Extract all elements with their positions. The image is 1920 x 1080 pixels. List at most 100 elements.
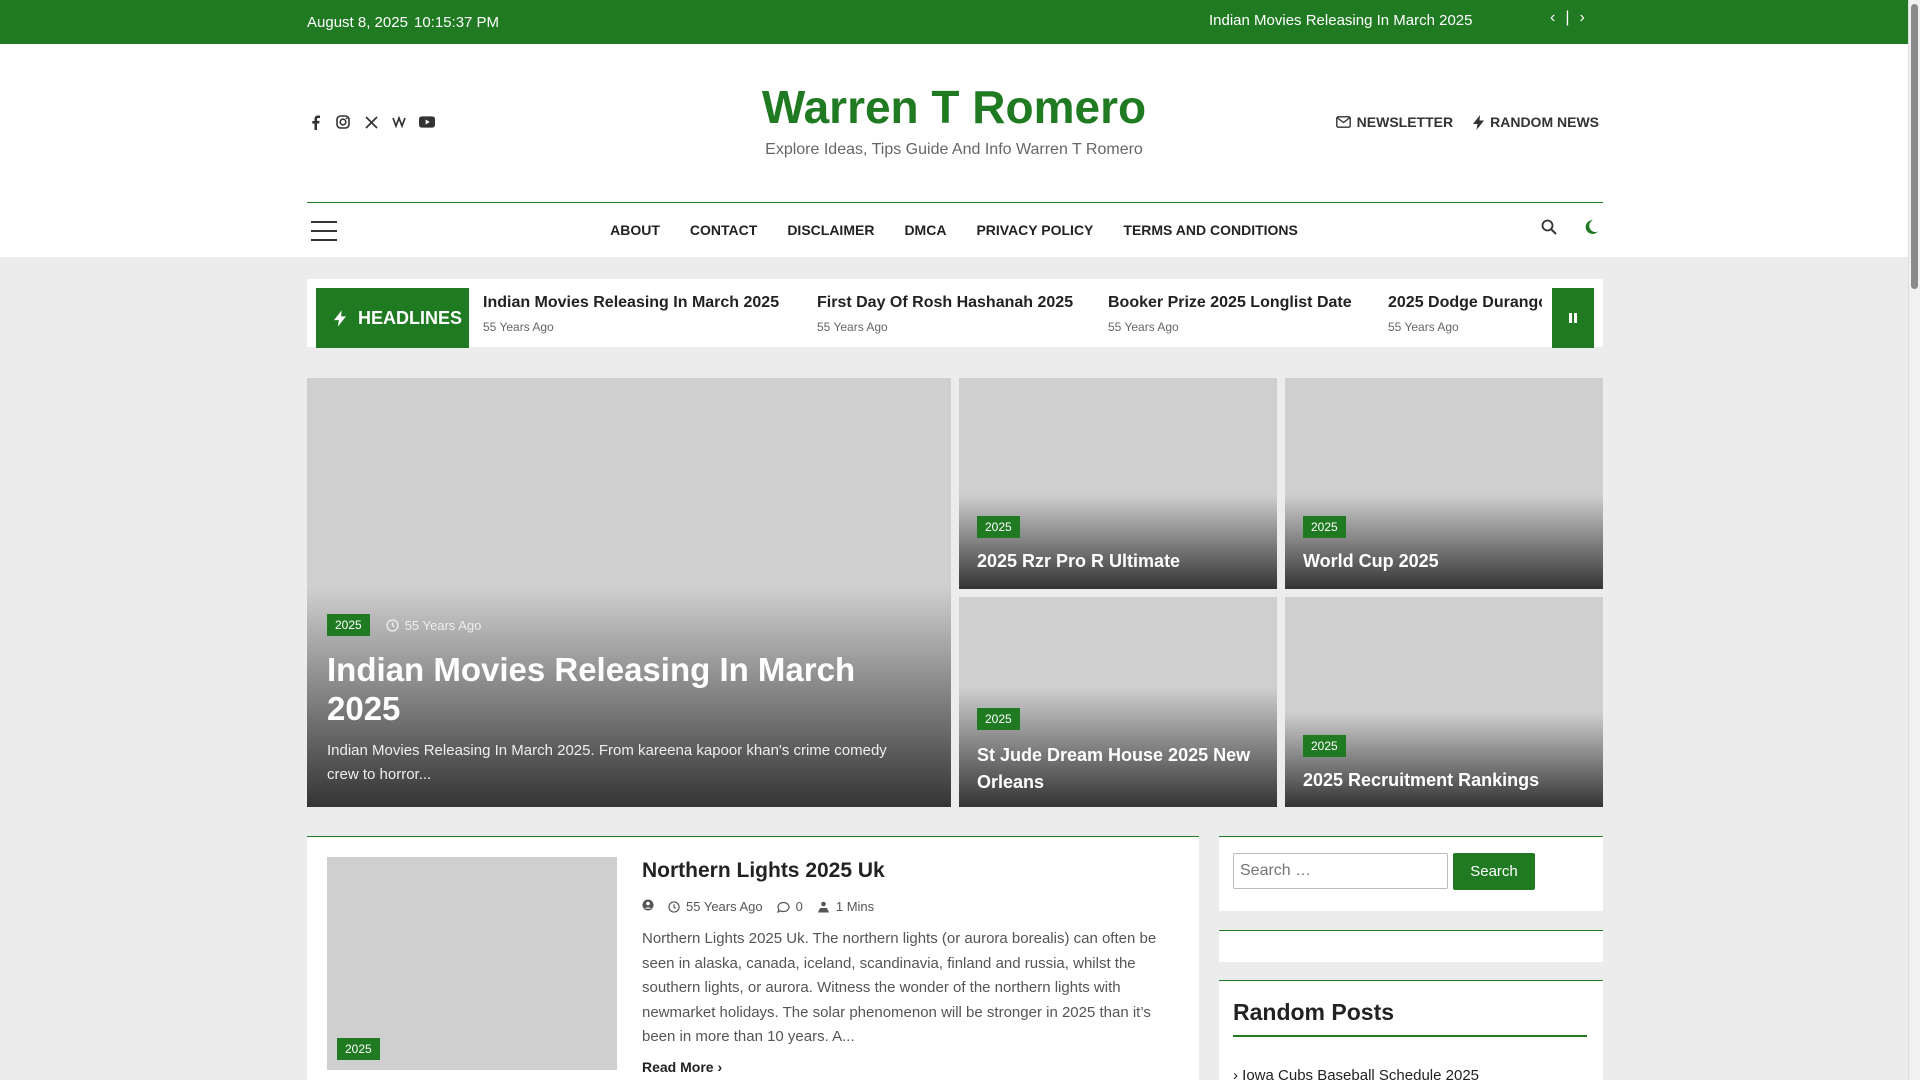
category-badge[interactable]: 2025: [1303, 516, 1346, 538]
ticker-separator: |: [1565, 9, 1570, 26]
bolt-icon: [1473, 114, 1485, 130]
featured-grid-card[interactable]: 2025 World Cup 2025: [1285, 378, 1603, 589]
headline-age: 55 Years Ago: [817, 320, 888, 334]
search-widget: Search: [1219, 836, 1603, 911]
dark-mode-moon-icon[interactable]: [1583, 219, 1599, 240]
post-age-text: 55 Years Ago: [686, 899, 763, 914]
ticker-controls: ‹ | ›: [1550, 9, 1585, 27]
read-more-link[interactable]: Read More ›: [642, 1059, 722, 1075]
headline-title[interactable]: 2025 Dodge Durango Hellcat: [1388, 294, 1542, 312]
headlines-label: HEADLINES: [358, 307, 463, 328]
post-excerpt: Northern Lights 2025 Uk. The northern li…: [642, 930, 1157, 1045]
search-button[interactable]: Search: [1453, 853, 1535, 890]
category-badge[interactable]: 2025: [1303, 735, 1346, 757]
post-title[interactable]: Northern Lights 2025 Uk: [642, 859, 885, 883]
post-thumbnail[interactable]: 2025: [327, 857, 617, 1070]
clock-icon: [386, 618, 399, 632]
headline-title[interactable]: Indian Movies Releasing In March 2025: [483, 294, 779, 312]
featured-grid-title[interactable]: 2025 Rzr Pro R Ultimate: [977, 551, 1180, 572]
empty-widget: [1219, 930, 1603, 962]
clock-icon: [668, 900, 680, 913]
comment-icon: [776, 901, 790, 913]
headline-age: 55 Years Ago: [1388, 320, 1459, 334]
card-overlay: [1285, 494, 1603, 589]
pause-button[interactable]: [1552, 288, 1594, 348]
random-post-item[interactable]: › Iowa Cubs Baseball Schedule 2025: [1233, 1067, 1479, 1080]
current-date: August 8, 2025: [307, 14, 408, 31]
chevron-left-icon[interactable]: ‹: [1550, 9, 1555, 27]
featured-grid-card[interactable]: 2025 St Jude Dream House 2025 New Orlean…: [959, 597, 1277, 807]
newsletter-link[interactable]: NEWSLETTER: [1335, 114, 1454, 130]
random-news-link[interactable]: RANDOM NEWS: [1473, 114, 1599, 130]
read-time: 1 Mins: [817, 899, 874, 914]
nav-icons: [1541, 219, 1599, 240]
headlines-list: Indian Movies Releasing In March 2025 55…: [476, 288, 1542, 348]
header-links: NEWSLETTER RANDOM NEWS: [1335, 114, 1599, 130]
random-posts-widget: Random Posts › Iowa Cubs Baseball Schedu…: [1219, 980, 1603, 1080]
category-badge[interactable]: 2025: [977, 516, 1020, 538]
featured-grid-title[interactable]: St Jude Dream House 2025 New Orleans: [977, 742, 1257, 796]
read-time-text: 1 Mins: [835, 899, 875, 914]
top-bar: August 8, 2025 10:15:37 PM Indian Movies…: [0, 0, 1908, 44]
post-meta: 55 Years Ago 0 1 Mins: [642, 899, 874, 914]
category-badge[interactable]: 2025: [977, 708, 1020, 730]
nav-item-about[interactable]: ABOUT: [610, 222, 660, 238]
headline-age: 55 Years Ago: [1108, 320, 1179, 334]
nav-item-terms[interactable]: TERMS AND CONDITIONS: [1123, 222, 1297, 238]
post-age: 55 Years Ago: [668, 899, 763, 914]
top-ticker-link[interactable]: Indian Movies Releasing In March 2025: [1209, 12, 1472, 29]
featured-main-card[interactable]: 2025 55 Years Ago Indian Movies Releasin…: [307, 378, 951, 807]
headlines-badge: HEADLINES: [316, 288, 469, 348]
headline-item[interactable]: Booker Prize 2025 Longlist Date 55 Years…: [1108, 294, 1352, 334]
featured-main-title[interactable]: Indian Movies Releasing In March 2025: [327, 650, 887, 728]
envelope-icon: [1335, 116, 1351, 128]
headline-title[interactable]: First Day Of Rosh Hashanah 2025: [817, 294, 1073, 312]
nav-divider: [307, 202, 1603, 203]
author-icon[interactable]: [642, 899, 654, 914]
headline-item[interactable]: Indian Movies Releasing In March 2025 55…: [483, 294, 779, 334]
post-age: 55 Years Ago: [386, 617, 482, 633]
post-age-text: 55 Years Ago: [404, 617, 482, 633]
nav-item-disclaimer[interactable]: DISCLAIMER: [787, 222, 874, 238]
random-news-label: RANDOM NEWS: [1490, 114, 1599, 130]
read-more-label: Read More: [642, 1059, 714, 1075]
post-comments[interactable]: 0: [776, 899, 803, 914]
nav-item-dmca[interactable]: DMCA: [904, 222, 946, 238]
reader-icon: [817, 901, 829, 912]
random-post-title[interactable]: Iowa Cubs Baseball Schedule 2025: [1242, 1067, 1479, 1080]
chevron-right-icon[interactable]: ›: [1579, 9, 1584, 27]
nav-item-contact[interactable]: CONTACT: [690, 222, 757, 238]
nav-item-privacy-policy[interactable]: PRIVACY POLICY: [976, 222, 1093, 238]
headline-title[interactable]: Booker Prize 2025 Longlist Date: [1108, 294, 1352, 312]
pause-icon: [1569, 313, 1577, 323]
headline-age: 55 Years Ago: [483, 320, 554, 334]
site-tagline: Explore Ideas, Tips Guide And Info Warre…: [765, 141, 1143, 158]
current-time: 10:15:37 PM: [414, 14, 500, 31]
site-title[interactable]: Warren T Romero: [0, 80, 1908, 134]
page-scrollbar[interactable]: [1908, 0, 1920, 1080]
featured-grid-title[interactable]: 2025 Recruitment Rankings: [1303, 770, 1539, 791]
featured-main-excerpt: Indian Movies Releasing In March 2025. F…: [327, 742, 887, 783]
category-badge[interactable]: 2025: [327, 614, 370, 636]
featured-grid-card[interactable]: 2025 2025 Rzr Pro R Ultimate: [959, 378, 1277, 589]
headline-item[interactable]: 2025 Dodge Durango Hellcat 55 Years Ago: [1388, 294, 1542, 334]
card-overlay: [1285, 712, 1603, 807]
headline-item[interactable]: First Day Of Rosh Hashanah 2025 55 Years…: [817, 294, 1073, 334]
card-overlay: [959, 494, 1277, 589]
category-badge[interactable]: 2025: [337, 1038, 380, 1060]
newsletter-label: NEWSLETTER: [1356, 114, 1454, 130]
post-card: 2025 Northern Lights 2025 Uk 55 Years Ag…: [307, 836, 1199, 1080]
random-posts-title: Random Posts: [1233, 999, 1395, 1025]
featured-grid-title[interactable]: World Cup 2025: [1303, 551, 1439, 572]
random-posts-underline: [1233, 1035, 1587, 1037]
search-input[interactable]: [1233, 853, 1448, 889]
site-header: Warren T Romero Explore Ideas, Tips Guid…: [0, 44, 1908, 257]
scrollbar-thumb[interactable]: [1911, 4, 1918, 289]
chevron-right-icon: ›: [717, 1059, 723, 1075]
comment-count: 0: [795, 899, 803, 914]
headlines-ticker: HEADLINES Indian Movies Releasing In Mar…: [307, 279, 1603, 348]
featured-grid-card[interactable]: 2025 2025 Recruitment Rankings: [1285, 597, 1603, 807]
search-icon[interactable]: [1541, 219, 1557, 240]
main-navigation: ABOUT CONTACT DISCLAIMER DMCA PRIVACY PO…: [0, 222, 1908, 238]
bolt-icon: [334, 309, 346, 327]
